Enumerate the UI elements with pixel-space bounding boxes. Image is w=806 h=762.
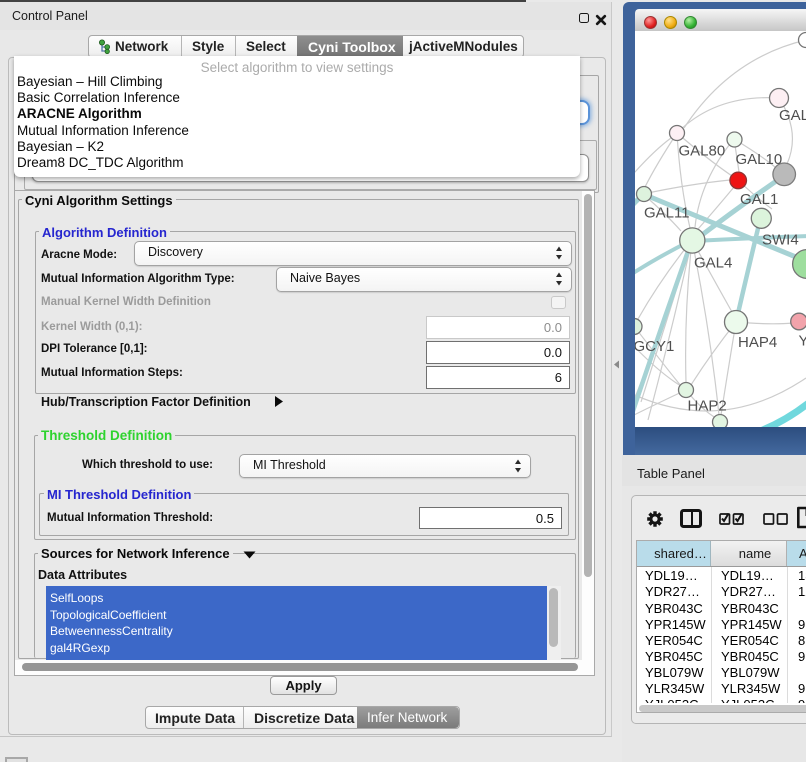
svg-text:SWI4: SWI4 — [762, 232, 799, 249]
svg-text:HAP2: HAP2 — [688, 398, 727, 415]
svg-text:GAL4: GAL4 — [694, 255, 732, 272]
svg-text:HAP4: HAP4 — [738, 334, 777, 351]
svg-text:GCY1: GCY1 — [635, 338, 674, 355]
svg-text:GAL80: GAL80 — [679, 143, 726, 160]
svg-text:Y: Y — [799, 333, 806, 350]
svg-text:GAL11: GAL11 — [644, 205, 690, 222]
svg-text:GAL1: GAL1 — [740, 191, 778, 208]
svg-text:GAL10: GAL10 — [736, 151, 783, 168]
svg-text:GAL7: GAL7 — [779, 107, 806, 124]
